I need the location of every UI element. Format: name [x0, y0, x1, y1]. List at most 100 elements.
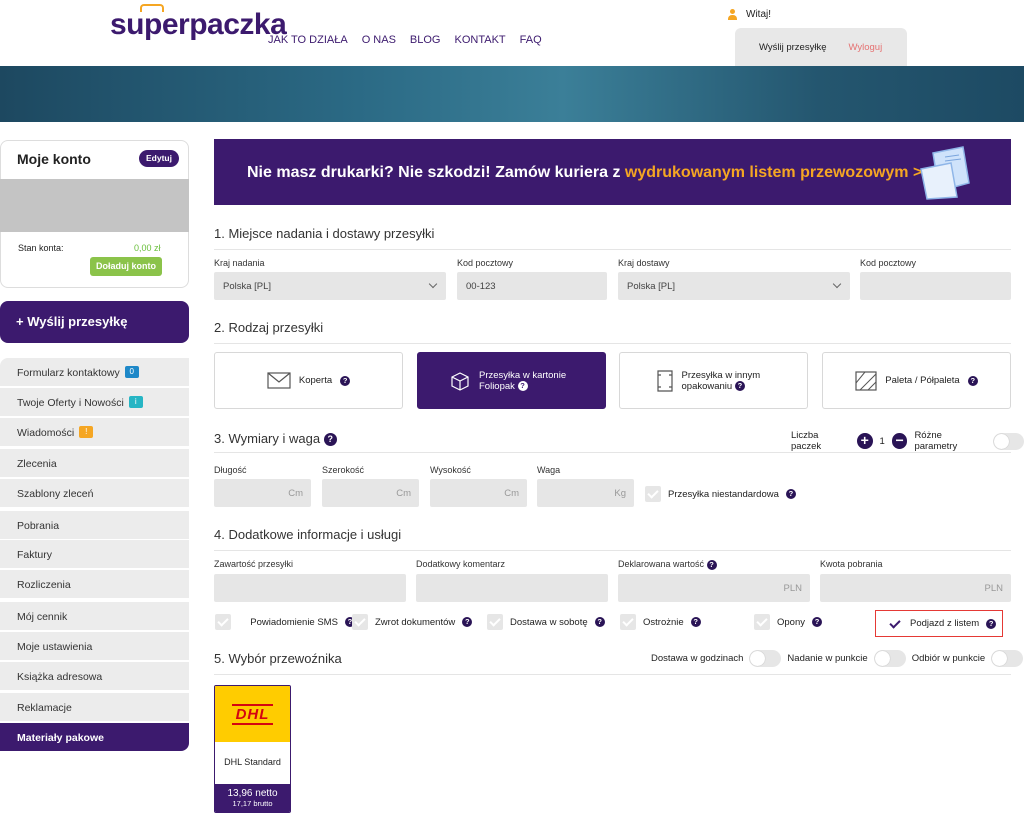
- nav-about[interactable]: O NAS: [362, 34, 396, 46]
- logo[interactable]: superpaczka: [110, 8, 287, 42]
- promo-banner[interactable]: Nie masz drukarki? Nie szkodzi! Zamów ku…: [214, 139, 1011, 205]
- filter-pickup-toggle[interactable]: [991, 650, 1024, 667]
- plus-circle-icon[interactable]: +: [856, 433, 873, 449]
- comment-input[interactable]: [416, 574, 608, 602]
- count-value: 1: [879, 435, 885, 447]
- diff-params-toggle[interactable]: [992, 432, 1024, 450]
- height-input[interactable]: Cm: [430, 479, 527, 507]
- pallet-icon: [855, 370, 877, 391]
- promo-link[interactable]: wydrukowanym listem przewozowym >: [625, 164, 922, 181]
- hero-banner: [0, 66, 1024, 122]
- count-label: Liczba paczek: [791, 430, 822, 452]
- type-label: Przesyłka w kartonie Foliopak ?: [479, 369, 567, 392]
- nav-faq[interactable]: FAQ: [520, 34, 542, 46]
- to-zip-label: Kod pocztowy: [860, 258, 917, 268]
- type-box-foliopak[interactable]: Przesyłka w kartonie Foliopak ?: [417, 352, 606, 409]
- sidebar-item-label: Pobrania: [17, 520, 60, 532]
- sidebar-item-settlements[interactable]: Rozliczenia: [0, 570, 189, 598]
- topup-button[interactable]: Doładuj konto: [90, 257, 162, 276]
- filter-label: Dostawa w godzinach: [651, 653, 744, 664]
- declared-value-input[interactable]: PLN: [618, 574, 810, 602]
- sidebar-item-packaging[interactable]: Materiały pakowe: [0, 723, 189, 751]
- package-count: Liczba paczek + 1 − Różne parametry: [791, 430, 1024, 452]
- help-icon[interactable]: ?: [690, 617, 701, 627]
- from-zip-input[interactable]: 00-123: [457, 272, 607, 300]
- help-icon[interactable]: ?: [517, 380, 528, 391]
- nonstandard-option[interactable]: Przesyłka niestandardowa ?: [645, 486, 796, 502]
- sidebar-item-addressbook[interactable]: Książka adresowa: [0, 662, 189, 690]
- cod-input[interactable]: PLN: [820, 574, 1011, 602]
- sidebar-item-label: Wiadomości: [17, 427, 75, 439]
- help-icon[interactable]: ?: [986, 618, 997, 629]
- option-label: Ostrożnie: [643, 616, 684, 628]
- weight-input[interactable]: Kg: [537, 479, 634, 507]
- contents-input[interactable]: [214, 574, 406, 602]
- help-icon[interactable]: ?: [706, 559, 717, 570]
- help-icon[interactable]: ?: [734, 380, 745, 391]
- help-icon[interactable]: ?: [785, 489, 796, 499]
- width-input[interactable]: Cm: [322, 479, 419, 507]
- option-tires[interactable]: Opony?: [754, 614, 822, 630]
- sidebar-item-invoices[interactable]: Faktury: [0, 540, 189, 568]
- send-shipment-button[interactable]: + Wyślij przesyłkę: [0, 301, 189, 343]
- saturday-checkbox[interactable]: [487, 614, 503, 630]
- type-pallet[interactable]: Paleta / Półpaleta?: [822, 352, 1011, 409]
- send-shipment-link[interactable]: Wyślij przesyłkę: [759, 42, 826, 66]
- sidebar-item-label: Moje ustawienia: [17, 641, 93, 653]
- help-icon[interactable]: ?: [340, 375, 351, 386]
- from-country-select[interactable]: Polska [PL]: [214, 272, 446, 300]
- edit-account-button[interactable]: Edytuj: [139, 150, 179, 167]
- account-title: Moje konto: [17, 151, 91, 167]
- tires-checkbox[interactable]: [754, 614, 770, 630]
- sidebar-item-offers[interactable]: Twoje Oferty i Nowości i: [0, 388, 189, 416]
- option-fragile[interactable]: Ostrożnie?: [620, 614, 701, 630]
- sidebar-item-label: Twoje Oferty i Nowości: [17, 397, 124, 409]
- nav-how-it-works[interactable]: JAK TO DZIAŁA: [268, 34, 348, 46]
- sidebar-item-contact-form[interactable]: Formularz kontaktowy 0: [0, 358, 189, 386]
- sidebar-item-orders[interactable]: Zlecenia: [0, 449, 189, 477]
- fragile-checkbox[interactable]: [620, 614, 636, 630]
- from-country-value: Polska [PL]: [223, 281, 272, 292]
- option-doc-return[interactable]: Zwrot dokumentów?: [352, 614, 473, 630]
- sidebar-item-pricelist[interactable]: Mój cennik: [0, 602, 189, 630]
- diff-params-label: Różne parametry: [914, 430, 958, 452]
- sidebar-item-complaints[interactable]: Reklamacje: [0, 693, 189, 721]
- filter-dropoff-toggle[interactable]: [873, 650, 906, 667]
- filter-hours-toggle[interactable]: [749, 650, 782, 667]
- sms-checkbox[interactable]: [215, 614, 231, 630]
- pickup-label-checkbox[interactable]: [887, 615, 903, 632]
- option-sms[interactable]: Powiadomienie SMS?: [215, 614, 355, 630]
- help-icon[interactable]: ?: [812, 617, 822, 627]
- dhl-logo: DHL: [215, 686, 290, 742]
- to-zip-input[interactable]: [860, 272, 1011, 300]
- type-label: Paleta / Półpaleta: [885, 375, 960, 386]
- carrier-card-dhl[interactable]: DHL DHL Standard 13,96 netto 17,17 brutt…: [214, 685, 291, 813]
- height-label: Wysokość: [430, 465, 471, 475]
- box-icon: [451, 371, 469, 391]
- user-box: Wyślij przesyłkę Wyloguj: [735, 28, 907, 66]
- to-country-select[interactable]: Polska [PL]: [618, 272, 850, 300]
- option-label: Powiadomienie SMS: [250, 616, 338, 628]
- logout-link[interactable]: Wyloguj: [848, 42, 882, 66]
- option-saturday[interactable]: Dostawa w sobotę?: [487, 614, 605, 630]
- sidebar-item-label: Reklamacje: [17, 702, 72, 714]
- help-icon[interactable]: ?: [323, 433, 337, 447]
- nav-contact[interactable]: KONTAKT: [455, 34, 506, 46]
- minus-circle-icon[interactable]: −: [891, 433, 908, 449]
- length-input[interactable]: Cm: [214, 479, 311, 507]
- nonstandard-checkbox[interactable]: [645, 486, 661, 502]
- type-envelope[interactable]: Koperta?: [214, 352, 403, 409]
- greeting-text: Witaj!: [746, 9, 771, 20]
- sidebar-item-messages[interactable]: Wiadomości !: [0, 418, 189, 446]
- carrier-filters: Dostawa w godzinach Nadanie w punkcie Od…: [651, 650, 1024, 667]
- sidebar-item-settings[interactable]: Moje ustawienia: [0, 632, 189, 660]
- nav-blog[interactable]: BLOG: [410, 34, 441, 46]
- type-other-packaging[interactable]: Przesyłka w innym opakowaniu ?: [619, 352, 808, 409]
- sidebar-item-templates[interactable]: Szablony zleceń: [0, 479, 189, 507]
- help-icon[interactable]: ?: [462, 617, 473, 627]
- option-pickup-with-label[interactable]: Podjazd z listem?: [875, 610, 1003, 637]
- doc-return-checkbox[interactable]: [352, 614, 368, 630]
- help-icon[interactable]: ?: [967, 375, 978, 386]
- sidebar-item-downloads[interactable]: Pobrania: [0, 511, 189, 539]
- help-icon[interactable]: ?: [594, 617, 605, 627]
